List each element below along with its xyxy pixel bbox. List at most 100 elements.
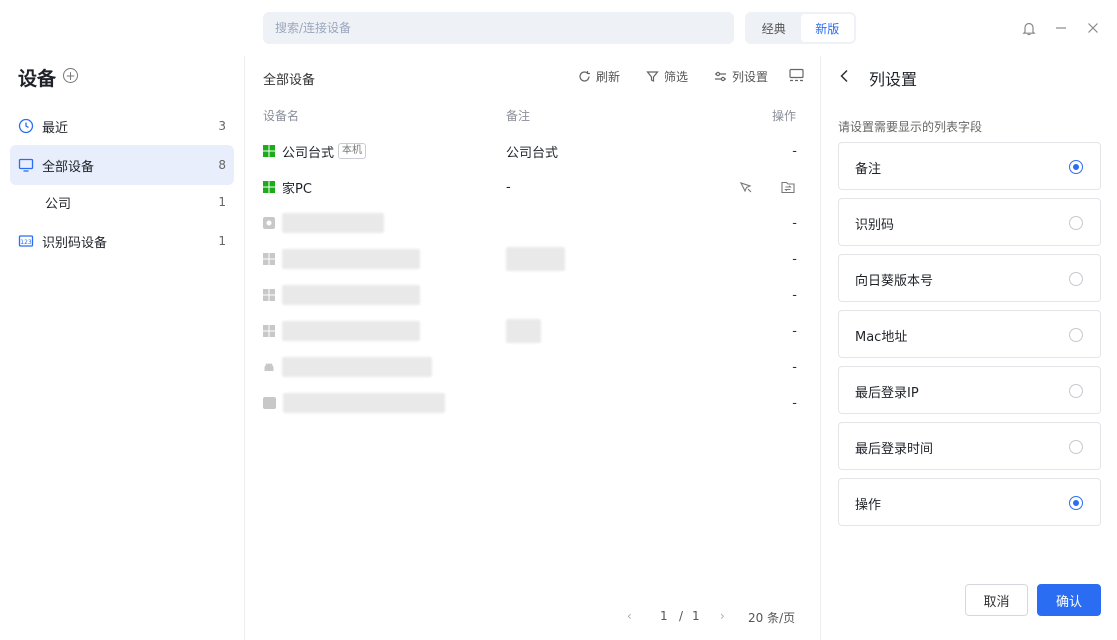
windows-icon (263, 253, 275, 265)
sidebar-item-count: 8 (218, 158, 226, 172)
device-name-cell (263, 241, 420, 277)
device-name-cell: 家PC (263, 169, 312, 205)
filter-icon (646, 71, 659, 82)
add-group-icon[interactable]: + (63, 68, 78, 83)
bell-icon[interactable] (1019, 18, 1039, 38)
clock-icon (18, 118, 34, 134)
back-arrow-icon[interactable] (839, 68, 849, 87)
redacted-device-name (282, 357, 432, 377)
table-row[interactable]: - (245, 205, 821, 241)
filter-button[interactable]: 筛选 (646, 68, 688, 85)
device-name-cell (263, 313, 420, 349)
column-option-id-code[interactable]: 识别码 (838, 198, 1101, 246)
radio-unchecked[interactable] (1069, 328, 1083, 342)
remote-control-icon[interactable] (739, 181, 753, 193)
sidebar-item-label: 全部设备 (42, 159, 95, 175)
sidebar-item-company[interactable]: 公司 1 (10, 183, 234, 221)
cancel-button[interactable]: 取消 (965, 584, 1028, 616)
sidebar-item-recent[interactable]: 最近 3 (10, 106, 234, 146)
device-note: 公司台式 (506, 145, 559, 161)
view-mode-button[interactable] (789, 68, 809, 82)
id-code-icon: 123 (18, 233, 34, 249)
page-size-select[interactable]: 20 条/页 (748, 609, 795, 626)
redacted-device-name (282, 213, 384, 233)
refresh-button[interactable]: 刷新 (578, 68, 620, 85)
total-pages: 1 (692, 609, 700, 623)
column-settings-button[interactable]: 列设置 (714, 68, 768, 85)
column-option-note[interactable]: 备注 (838, 142, 1101, 190)
device-action: - (792, 251, 797, 267)
column-option-label: Mac地址 (855, 330, 908, 345)
search-input[interactable] (263, 12, 734, 44)
column-option-label: 向日葵版本号 (855, 274, 934, 289)
column-option-label: 最后登录IP (855, 386, 919, 401)
device-action: - (792, 395, 797, 411)
radio-unchecked[interactable] (1069, 216, 1083, 230)
sidebar-item-all-devices[interactable]: 全部设备 8 (10, 145, 234, 185)
redacted-device-name (282, 321, 420, 341)
confirm-button[interactable]: 确认 (1037, 584, 1101, 616)
ios-icon (263, 397, 276, 409)
table-row[interactable]: - (245, 241, 821, 277)
radio-unchecked[interactable] (1069, 440, 1083, 454)
current-page[interactable]: 1 (660, 609, 668, 623)
file-transfer-icon[interactable] (781, 181, 795, 194)
version-toggle: 经典 新版 (745, 12, 856, 44)
radio-checked[interactable] (1069, 160, 1083, 174)
refresh-label: 刷新 (596, 70, 621, 84)
sidebar-item-label: 识别码设备 (42, 235, 108, 251)
refresh-icon (579, 71, 590, 82)
column-option-mac-address[interactable]: Mac地址 (838, 310, 1101, 358)
panel-title: 列设置 (869, 70, 918, 89)
view-mode-icon (789, 68, 804, 82)
column-header-note[interactable]: 备注 (506, 107, 530, 124)
filter-label: 筛选 (664, 70, 689, 84)
next-page-icon[interactable]: › (720, 609, 725, 623)
close-icon[interactable] (1083, 18, 1103, 38)
panel-hint: 请设置需要显示的列表字段 (838, 120, 983, 134)
sidebar-item-label: 公司 (45, 196, 72, 212)
column-option-label: 操作 (855, 498, 882, 513)
sidebar-item-id-code-devices[interactable]: 123 识别码设备 1 (10, 221, 234, 261)
redacted-device-name (282, 249, 420, 269)
version-classic-button[interactable]: 经典 (747, 14, 801, 42)
column-option-last-login-ip[interactable]: 最后登录IP (838, 366, 1101, 414)
redacted-device-name (283, 393, 445, 413)
device-name-cell (263, 277, 420, 313)
windows-icon (263, 181, 275, 193)
sidebar-item-count: 1 (218, 234, 226, 248)
column-header-name[interactable]: 设备名 (263, 107, 299, 124)
column-option-version[interactable]: 向日葵版本号 (838, 254, 1101, 302)
windows-icon (263, 145, 275, 157)
version-new-button[interactable]: 新版 (800, 14, 854, 42)
minimize-icon[interactable] (1051, 18, 1071, 38)
radio-unchecked[interactable] (1069, 384, 1083, 398)
redacted-device-note (506, 247, 565, 271)
device-name-cell (263, 349, 432, 385)
table-row[interactable]: - (245, 349, 821, 385)
table-row[interactable]: 公司台式 本机 公司台式 - (245, 133, 821, 169)
device-action: - (792, 323, 797, 339)
device-action: - (792, 359, 797, 375)
sidebar-item-label: 最近 (42, 120, 69, 136)
table-row[interactable]: 家PC - (245, 169, 821, 205)
device-list-title: 全部设备 (263, 73, 316, 88)
this-device-badge: 本机 (338, 143, 367, 159)
sidebar-item-count: 1 (218, 195, 226, 209)
radio-checked[interactable] (1069, 496, 1083, 510)
radio-unchecked[interactable] (1069, 272, 1083, 286)
device-note: - (506, 179, 511, 195)
device-action: - (792, 143, 797, 159)
device-list-panel: 全部设备 刷新 筛选 列设置 设备名 备注 操作 公司台式 本机 公司台式 - … (245, 56, 821, 640)
column-option-last-login-time[interactable]: 最后登录时间 (838, 422, 1101, 470)
table-row[interactable]: - (245, 385, 821, 421)
device-name-cell (263, 385, 445, 421)
column-option-action[interactable]: 操作 (838, 478, 1101, 526)
prev-page-icon[interactable]: ‹ (627, 609, 632, 623)
sidebar: 设备 + 最近 3 全部设备 8 公司 1 123 识别码设备 1 (0, 56, 245, 640)
redacted-device-note (506, 319, 541, 343)
device-note-cell (506, 241, 565, 277)
table-row[interactable]: - (245, 277, 821, 313)
table-row[interactable]: - (245, 313, 821, 349)
column-settings-label: 列设置 (732, 70, 769, 84)
